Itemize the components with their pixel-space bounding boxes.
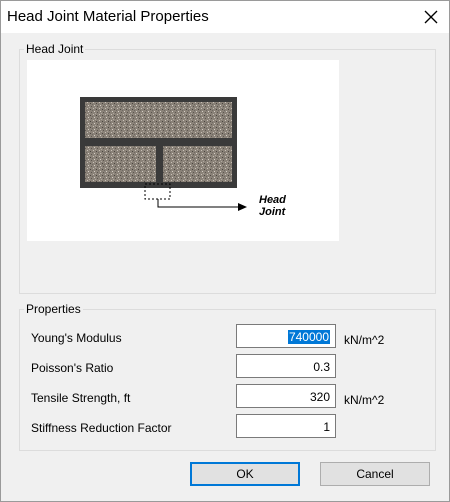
stiffness-reduction-field[interactable]: 1 <box>236 414 336 438</box>
title-bar[interactable]: Head Joint Material Properties <box>1 1 449 33</box>
poissons-ratio-field[interactable]: 0.3 <box>236 354 336 378</box>
poissons-ratio-label: Poisson's Ratio <box>31 361 114 375</box>
cancel-button-label: Cancel <box>356 467 394 481</box>
head-joint-annotation-line2: Joint <box>259 206 287 218</box>
tensile-strength-field[interactable]: 320 <box>236 384 336 408</box>
stiffness-reduction-value: 1 <box>323 420 330 434</box>
poissons-ratio-value: 0.3 <box>313 360 330 374</box>
cancel-button[interactable]: Cancel <box>320 462 430 486</box>
close-icon <box>424 10 438 24</box>
youngs-modulus-value: 740000 <box>287 330 330 344</box>
ok-button-label: OK <box>236 467 254 481</box>
head-joint-group-label: Head Joint <box>24 42 86 56</box>
head-joint-annotation-line1: Head <box>259 194 286 206</box>
tensile-strength-unit: kN/m^2 <box>344 393 385 407</box>
ok-button[interactable]: OK <box>190 462 300 486</box>
head-joint-diagram: Head Joint <box>27 60 339 241</box>
youngs-modulus-field[interactable]: 740000 <box>236 324 336 348</box>
stiffness-reduction-label: Stiffness Reduction Factor <box>31 421 172 435</box>
youngs-modulus-label: Young's Modulus <box>31 331 122 345</box>
close-button[interactable] <box>419 5 443 29</box>
properties-group-label: Properties <box>24 302 83 316</box>
youngs-modulus-unit: kN/m^2 <box>344 333 385 347</box>
tensile-strength-label: Tensile Strength, ft <box>31 391 131 405</box>
tensile-strength-value: 320 <box>309 390 330 404</box>
dialog-window: Head Joint Material Properties Head Join… <box>0 0 450 502</box>
head-joint-illustration: Head Joint <box>80 97 287 218</box>
window-title: Head Joint Material Properties <box>7 8 209 25</box>
